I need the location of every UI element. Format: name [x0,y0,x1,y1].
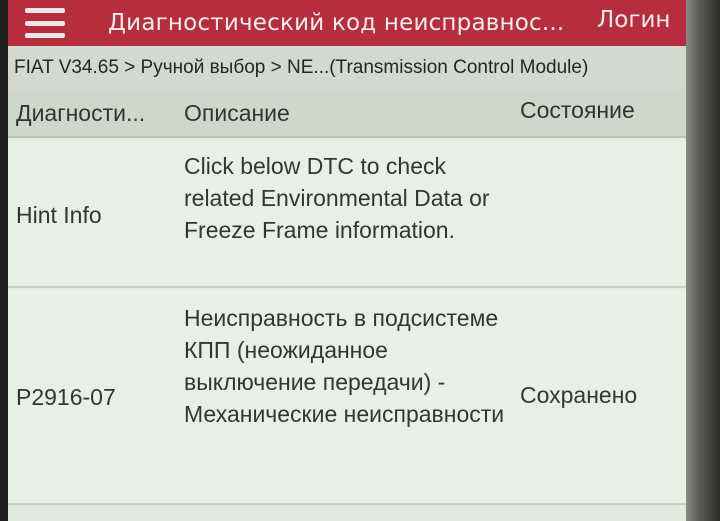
breadcrumb: FIAT V34.65 > Ручной выбор > NE...(Trans… [0,46,720,90]
login-button[interactable]: Логин [597,0,670,46]
column-header-description[interactable]: Описание [184,100,290,127]
device-bezel-right [686,0,720,521]
column-header-state[interactable]: Состояние [520,97,635,124]
menu-button[interactable] [0,0,90,46]
dtc-description: Click below DTC to check related Environ… [184,153,490,243]
table-row-hint-info[interactable]: Hint Info Click below DTC to check relat… [0,140,720,288]
dtc-description: Неисправность в подсистеме КПП (неожидан… [184,305,505,427]
device-bezel-left [0,0,8,521]
dtc-code: Hint Info [16,202,102,228]
table-row-dtc[interactable]: P2916-07 Неисправность в подсистеме КПП … [0,290,720,505]
hamburger-menu-icon [25,8,65,38]
table-header: Диагности... Описание Состояние [0,90,720,138]
dtc-state: Сохранено [520,382,638,408]
next-row-partial [0,505,720,521]
page-title: Диагностический код неисправнос... [108,10,565,36]
dtc-code: P2916-07 [16,384,116,410]
screen: Диагностический код неисправнос... Логин… [0,0,720,521]
column-header-code[interactable]: Диагности... [16,100,145,127]
